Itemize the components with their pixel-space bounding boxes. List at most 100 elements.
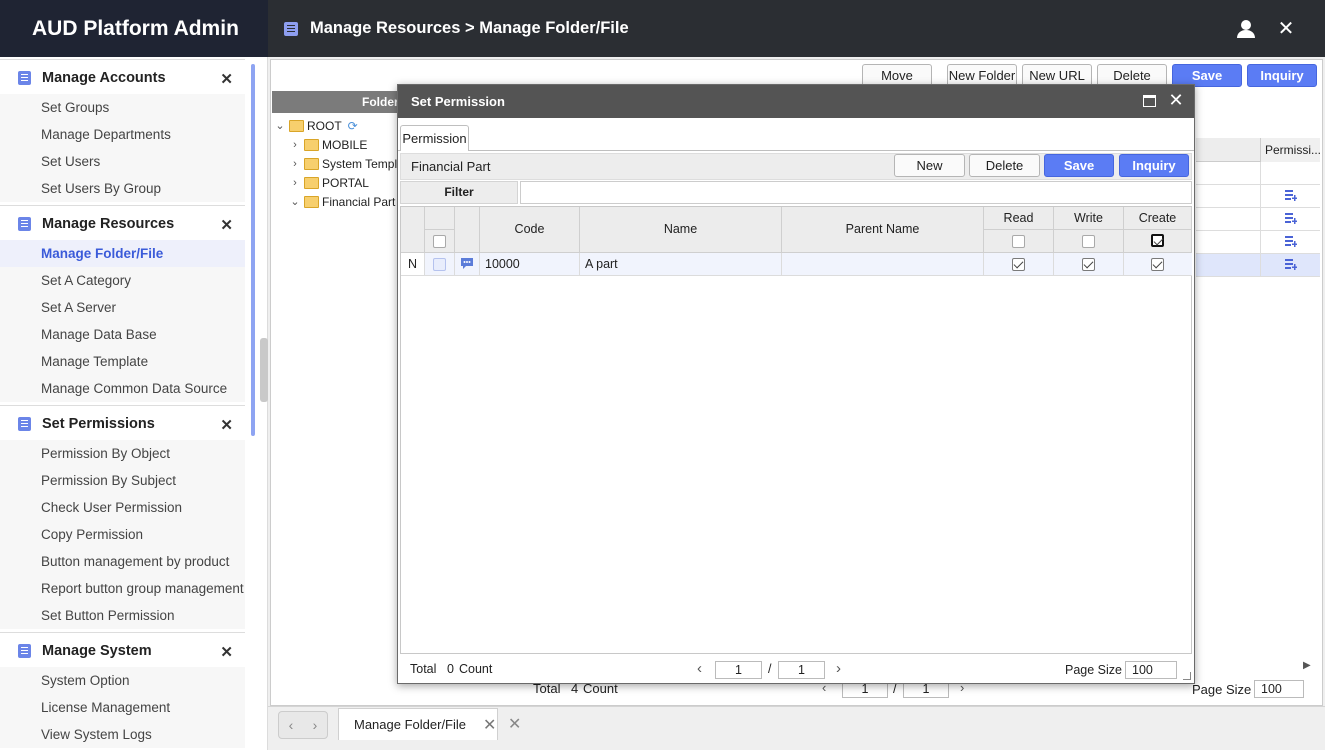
sidebar-item-manage-folder-file[interactable]: Manage Folder/File bbox=[0, 240, 245, 267]
sidebar-section-system[interactable]: Manage System ✕ bbox=[0, 632, 245, 669]
chevron-right-icon[interactable]: › bbox=[289, 139, 301, 151]
table-row[interactable] bbox=[1196, 208, 1320, 231]
sidebar-item-set-users-by-group[interactable]: Set Users By Group bbox=[0, 175, 245, 202]
inquiry-button[interactable]: Inquiry bbox=[1119, 154, 1189, 177]
close-tab-icon[interactable]: ✕ bbox=[483, 715, 496, 735]
sidebar-item-button-management[interactable]: Button management by product bbox=[0, 548, 245, 575]
filter-input[interactable] bbox=[520, 181, 1192, 204]
sidebar-section-resources[interactable]: Manage Resources ✕ bbox=[0, 205, 245, 242]
sidebar-section-accounts[interactable]: Manage Accounts ✕ bbox=[0, 59, 245, 96]
refresh-icon[interactable]: ⟳ bbox=[348, 119, 358, 133]
tree-node-system-template[interactable]: › System Templ bbox=[289, 154, 398, 173]
column-header-create[interactable]: Create bbox=[1124, 207, 1192, 230]
row-checkbox[interactable] bbox=[433, 258, 446, 271]
permission-edit-icon[interactable] bbox=[1285, 258, 1297, 271]
sidebar-collapse-handle[interactable] bbox=[260, 338, 268, 402]
inquiry-button[interactable]: Inquiry bbox=[1247, 64, 1317, 87]
sidebar-section-permissions[interactable]: Set Permissions ✕ bbox=[0, 405, 245, 442]
chevron-down-icon[interactable]: ⌄ bbox=[289, 195, 301, 208]
page-size-input[interactable]: 100 bbox=[1254, 680, 1304, 698]
close-icon[interactable]: ✕ bbox=[220, 216, 233, 234]
sidebar-item-permission-by-subject[interactable]: Permission By Subject bbox=[0, 467, 245, 494]
column-header-write[interactable]: Write bbox=[1054, 207, 1124, 230]
resize-handle-icon[interactable] bbox=[1183, 672, 1191, 680]
tree-node-mobile[interactable]: › MOBILE bbox=[289, 135, 367, 154]
tree-node-root[interactable]: ⌄ ROOT ⟳ bbox=[274, 116, 358, 135]
sidebar-item-report-button-group[interactable]: Report button group management bbox=[0, 575, 245, 602]
tab-permission[interactable]: Permission bbox=[400, 125, 469, 151]
sidebar-item-system-option[interactable]: System Option bbox=[0, 667, 245, 694]
chevron-down-icon[interactable]: ⌄ bbox=[274, 119, 286, 132]
scroll-right-icon[interactable]: ▶ bbox=[1303, 660, 1311, 671]
page-input[interactable]: 1 bbox=[715, 661, 762, 679]
column-header-code[interactable]: Code bbox=[480, 207, 580, 253]
tab-navigation[interactable]: ‹ › bbox=[278, 711, 328, 739]
sidebar-item-set-users[interactable]: Set Users bbox=[0, 148, 245, 175]
sidebar-item-copy-permission[interactable]: Copy Permission bbox=[0, 521, 245, 548]
permission-edit-icon[interactable] bbox=[1285, 189, 1297, 202]
sidebar-item-manage-common-data-source[interactable]: Manage Common Data Source bbox=[0, 375, 245, 402]
read-checkbox[interactable] bbox=[1012, 258, 1025, 271]
table-row[interactable] bbox=[1196, 185, 1320, 208]
write-checkbox[interactable] bbox=[1082, 258, 1095, 271]
folder-icon bbox=[304, 157, 319, 170]
sidebar-item-view-system-logs[interactable]: View System Logs bbox=[0, 721, 245, 748]
section-title: Set Permissions bbox=[42, 416, 155, 432]
prev-page-icon[interactable]: ‹ bbox=[697, 660, 702, 677]
sidebar-item-manage-template[interactable]: Manage Template bbox=[0, 348, 245, 375]
chevron-right-icon[interactable]: › bbox=[289, 158, 301, 170]
table-row[interactable] bbox=[1196, 231, 1320, 254]
next-page-icon[interactable]: › bbox=[836, 660, 841, 677]
sidebar-item-permission-by-object[interactable]: Permission By Object bbox=[0, 440, 245, 467]
sidebar-scrollbar[interactable] bbox=[251, 64, 255, 436]
permission-column-header[interactable]: Permissi... bbox=[1260, 138, 1321, 162]
close-icon[interactable]: ✕ bbox=[1168, 90, 1184, 111]
tree-node-portal[interactable]: › PORTAL bbox=[289, 173, 369, 192]
read-all-cell bbox=[984, 230, 1054, 253]
cell-parent-name[interactable] bbox=[782, 253, 984, 276]
comment-icon[interactable] bbox=[460, 257, 474, 270]
table-row[interactable] bbox=[1196, 162, 1320, 185]
table-row-selected[interactable] bbox=[1196, 254, 1320, 277]
create-all-checkbox[interactable] bbox=[1151, 234, 1164, 247]
select-all-checkbox[interactable] bbox=[433, 235, 446, 248]
read-all-checkbox[interactable] bbox=[1012, 235, 1025, 248]
sidebar-item-set-groups[interactable]: Set Groups bbox=[0, 94, 245, 121]
maximize-icon[interactable] bbox=[1143, 95, 1156, 107]
new-button[interactable]: New bbox=[894, 154, 965, 177]
column-header-read[interactable]: Read bbox=[984, 207, 1054, 230]
sidebar-item-manage-departments[interactable]: Manage Departments bbox=[0, 121, 245, 148]
chevron-right-icon[interactable]: › bbox=[313, 717, 318, 733]
cell-code[interactable]: 10000 bbox=[480, 253, 580, 276]
write-all-checkbox[interactable] bbox=[1082, 235, 1095, 248]
column-header-name[interactable]: Name bbox=[580, 207, 782, 253]
cell-name[interactable]: A part bbox=[580, 253, 782, 276]
dialog-footer: Total 0 Count ‹ 1 / 1 › Page Size 100 bbox=[400, 654, 1192, 682]
tab-manage-folder-file[interactable]: Manage Folder/File ✕ bbox=[338, 708, 498, 740]
save-button[interactable]: Save bbox=[1044, 154, 1114, 177]
page-size-input[interactable]: 100 bbox=[1125, 661, 1177, 679]
close-icon[interactable]: ✕ bbox=[220, 643, 233, 661]
sidebar-item-set-a-server[interactable]: Set A Server bbox=[0, 294, 245, 321]
sidebar-item-check-user-permission[interactable]: Check User Permission bbox=[0, 494, 245, 521]
sidebar-item-set-a-category[interactable]: Set A Category bbox=[0, 267, 245, 294]
close-icon[interactable]: ✕ bbox=[220, 70, 233, 88]
create-checkbox[interactable] bbox=[1151, 258, 1164, 271]
tree-node-financial-part[interactable]: ⌄ Financial Part bbox=[289, 192, 395, 211]
chevron-right-icon[interactable]: › bbox=[289, 177, 301, 189]
sidebar-item-license-management[interactable]: License Management bbox=[0, 694, 245, 721]
close-all-tabs-icon[interactable]: ✕ bbox=[508, 714, 521, 734]
chevron-left-icon[interactable]: ‹ bbox=[289, 717, 294, 733]
sidebar-item-set-button-permission[interactable]: Set Button Permission bbox=[0, 602, 245, 629]
cell-read bbox=[984, 253, 1054, 276]
sidebar-item-manage-data-base[interactable]: Manage Data Base bbox=[0, 321, 245, 348]
total-pages: 1 bbox=[778, 661, 825, 679]
close-icon[interactable]: ✕ bbox=[1275, 18, 1297, 40]
section-title: Financial Part bbox=[411, 159, 491, 174]
user-icon[interactable] bbox=[1235, 18, 1257, 40]
permission-edit-icon[interactable] bbox=[1285, 235, 1297, 248]
permission-edit-icon[interactable] bbox=[1285, 212, 1297, 225]
delete-button[interactable]: Delete bbox=[969, 154, 1040, 177]
close-icon[interactable]: ✕ bbox=[220, 416, 233, 434]
column-header-parent-name[interactable]: Parent Name bbox=[782, 207, 984, 253]
